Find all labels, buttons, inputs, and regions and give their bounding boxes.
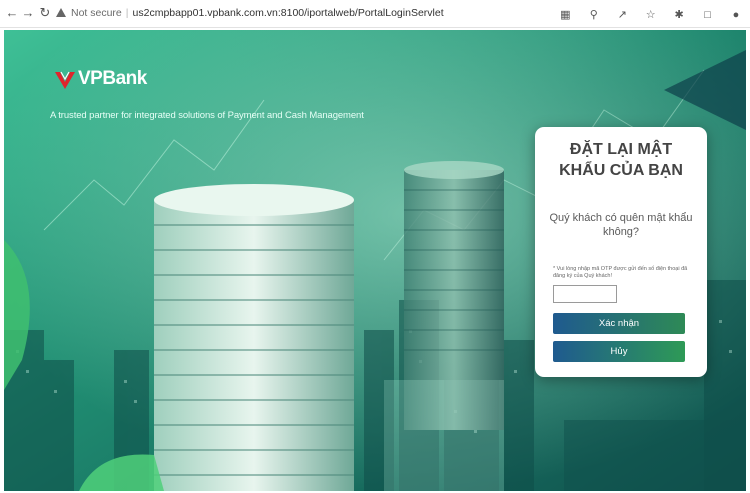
card-title-line1: ĐẶT LẠI MẬT <box>569 141 673 158</box>
url-text: us2cmpbapp01.vpbank.com.vn:8100/iportalw… <box>132 7 444 19</box>
share-icon[interactable]: ↗ <box>614 7 630 23</box>
card-title-line2: KHẨU CỦA BẠN <box>559 162 683 179</box>
reset-password-card: ĐẶT LẠI MẬT KHẨU CỦA BẠN Quý khách có qu… <box>535 127 707 377</box>
otp-instruction: * Vui lòng nhập mã OTP được gửi đến số đ… <box>553 266 688 279</box>
address-bar[interactable]: Not secure | us2cmpbapp01.vpbank.com.vn:81… <box>56 4 466 23</box>
translate-icon[interactable]: ▦ <box>557 7 573 23</box>
extensions-icon[interactable]: ✱ <box>671 7 687 23</box>
cancel-button[interactable]: Hủy <box>553 341 685 362</box>
sidepanel-icon[interactable]: □ <box>700 7 716 23</box>
forgot-question: Quý khách có quên mật khẩu không? <box>549 212 693 238</box>
address-separator: | <box>125 7 129 19</box>
card-title: ĐẶT LẠI MẬT KHẨU CỦA BẠN <box>535 139 707 181</box>
profile-icon[interactable]: ● <box>728 7 744 23</box>
forward-icon[interactable]: → <box>20 5 36 21</box>
security-label: Not secure <box>71 7 122 19</box>
confirm-button[interactable]: Xác nhận <box>553 313 685 334</box>
tagline: A trusted partner for integrated solutio… <box>50 110 364 121</box>
otp-input[interactable] <box>553 285 617 303</box>
browser-toolbar: ← → ↻ Not secure | us2cmpbapp01.vpbank.com… <box>0 0 750 28</box>
reload-icon[interactable]: ↻ <box>37 5 53 21</box>
warning-icon <box>56 8 66 17</box>
bookmark-star-icon[interactable]: ☆ <box>643 7 659 23</box>
zoom-icon[interactable]: ⚲ <box>586 7 602 23</box>
logo-text: VPBank <box>78 68 147 89</box>
back-icon[interactable]: ← <box>4 5 20 21</box>
vpbank-logo-mark-icon <box>55 71 75 89</box>
toolbar-icons: ▦ ⚲ ↗ ☆ ✱ □ ● <box>549 5 744 23</box>
